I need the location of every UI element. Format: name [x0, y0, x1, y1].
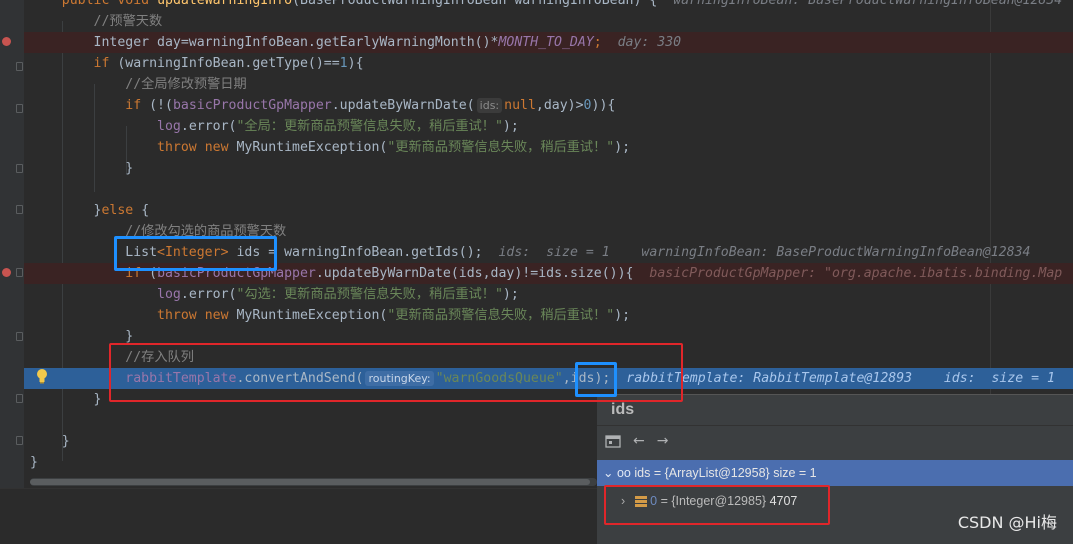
- param-hint: ids:: [476, 98, 503, 113]
- forward-arrow-icon[interactable]: →: [657, 433, 669, 449]
- fold-icon[interactable]: [16, 268, 23, 277]
- breakpoint-icon[interactable]: [2, 37, 11, 46]
- tree-root-node[interactable]: ⌄ oo ids = {ArrayList@12958} size = 1: [597, 460, 1073, 486]
- element-number: 4707: [769, 494, 798, 508]
- breakpoint-line: Integer day=warningInfoBean.getEarlyWarn…: [24, 32, 1073, 53]
- popup-title: ids: [597, 395, 1073, 426]
- code-line: public void updateWarningInfo(BaseProduc…: [30, 0, 1073, 11]
- fold-icon[interactable]: [16, 394, 23, 403]
- code-line: if (warningInfoBean.getType()==1){: [93, 56, 364, 71]
- debug-value: rabbitTemplate: RabbitTemplate@12893: [626, 371, 913, 386]
- popup-toolbar: ← →: [597, 426, 1073, 456]
- chevron-down-icon[interactable]: ⌄: [603, 466, 613, 480]
- editor-bottom-area: [0, 488, 597, 544]
- fold-icon[interactable]: [16, 332, 23, 341]
- back-arrow-icon[interactable]: ←: [633, 433, 645, 449]
- param-hint: routingKey:: [365, 371, 434, 386]
- code-line: }: [125, 329, 134, 344]
- code-line: log.error("勾选：更新商品预警信息失败，稍后重试！");: [157, 287, 519, 302]
- element-value: = {Integer@12985}: [660, 494, 767, 508]
- debug-value: ids: size = 1: [498, 245, 610, 260]
- watermark: CSDN @Hi梅: [957, 513, 1057, 532]
- variable-name: ids: [634, 466, 651, 480]
- fold-icon[interactable]: [16, 164, 23, 173]
- fold-icon[interactable]: [16, 62, 23, 71]
- debug-value: ids: size = 1: [943, 371, 1055, 386]
- variable-value: = {ArrayList@12958}: [653, 466, 770, 480]
- debug-value: basicProductGpMapper: "org.apache.ibatis…: [649, 266, 1063, 281]
- debug-value: day: 330: [617, 35, 682, 50]
- code-line: throw new MyRuntimeException("更新商品预警信息失败…: [157, 308, 631, 323]
- watch-glasses-icon: oo: [616, 466, 631, 480]
- code-line: }: [125, 161, 134, 176]
- code-line: List<Integer> ids = warningInfoBean.getI…: [125, 245, 1031, 260]
- scrollbar-thumb[interactable]: [30, 479, 590, 485]
- code-line: //修改勾选的商品预警天数: [125, 224, 287, 239]
- fold-icon[interactable]: [16, 205, 23, 214]
- code-line: //全局修改预警日期: [125, 77, 247, 92]
- field-icon: [634, 496, 647, 508]
- lightbulb-icon[interactable]: [36, 368, 48, 384]
- fold-icon[interactable]: [16, 104, 23, 113]
- code-line: //存入队列: [125, 350, 194, 365]
- breakpoint-icon[interactable]: [2, 268, 11, 277]
- code-line: //预警天数: [93, 14, 163, 29]
- editor-gutter[interactable]: [0, 0, 24, 543]
- code-line: log.error("全局：更新商品预警信息失败，稍后重试！");: [157, 119, 519, 134]
- variable-size: size = 1: [773, 466, 817, 480]
- horizontal-scrollbar[interactable]: [30, 478, 597, 486]
- code-line: if (!(basicProductGpMapper.updateByWarnD…: [125, 98, 616, 113]
- debug-value: warningInfoBean: BaseProductWarningInfoB…: [641, 245, 1031, 260]
- chevron-right-icon[interactable]: ›: [621, 494, 625, 508]
- view-icon[interactable]: [605, 434, 621, 448]
- execution-line: rabbitTemplate.convertAndSend(routingKey…: [24, 368, 1073, 389]
- code-line: }else {: [93, 203, 150, 218]
- fold-icon[interactable]: [16, 436, 23, 445]
- code-line: throw new MyRuntimeException("更新商品预警信息失败…: [157, 140, 631, 155]
- element-index: 0: [650, 494, 658, 508]
- breakpoint-line: if (basicProductGpMapper.updateByWarnDat…: [24, 263, 1073, 284]
- debug-value: warningInfoBean: BaseProductWarningInfoB…: [673, 0, 1063, 8]
